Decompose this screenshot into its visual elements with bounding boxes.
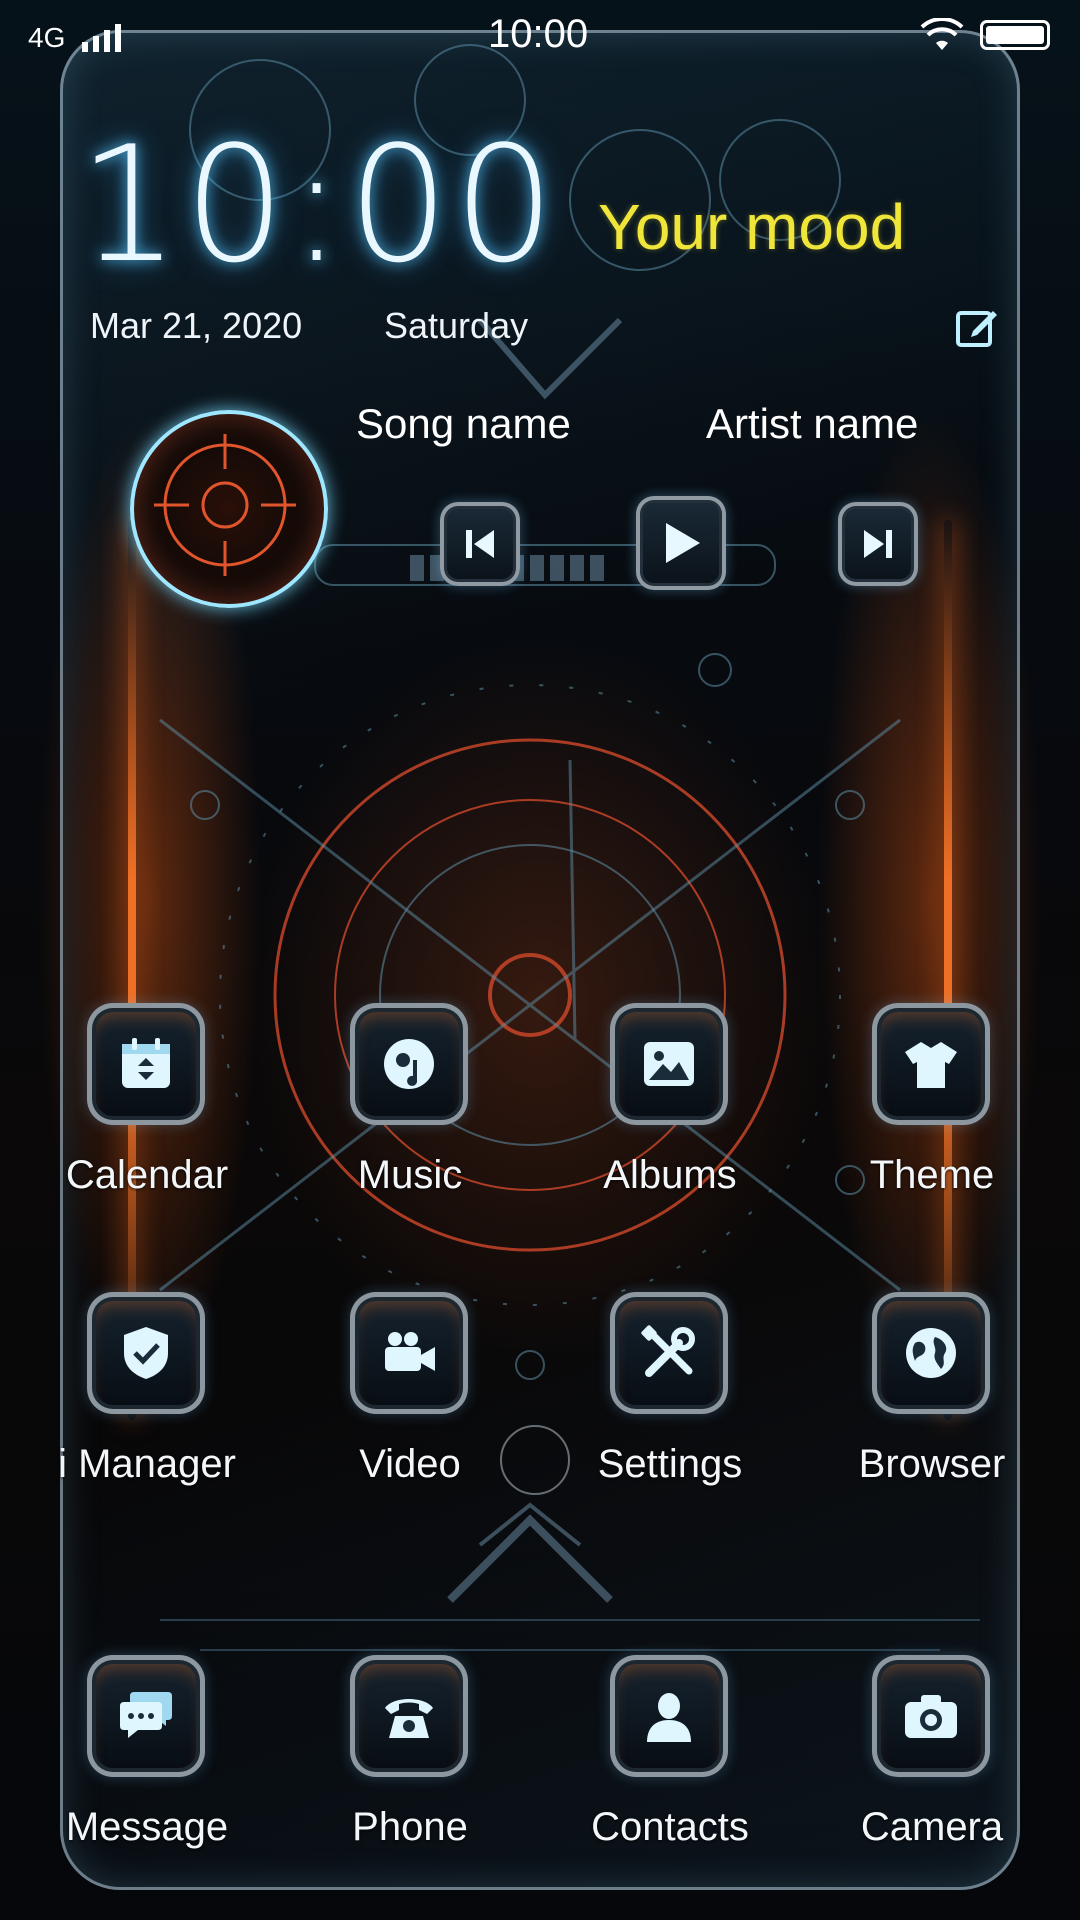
- app-label: Camera: [860, 1805, 1004, 1849]
- app-calendar[interactable]: Calendar: [37, 1003, 257, 1253]
- edit-icon[interactable]: [955, 305, 999, 349]
- app-label: Theme: [869, 1153, 995, 1197]
- app-i-manager-tile[interactable]: [87, 1292, 205, 1414]
- wifi-icon: [920, 18, 964, 50]
- app-settings[interactable]: Settings: [560, 1292, 780, 1542]
- app-phone-tile[interactable]: [350, 1655, 468, 1777]
- signal-strength-icon: [82, 24, 121, 52]
- target-reticle-icon: [154, 434, 296, 576]
- next-track-button[interactable]: [838, 502, 918, 586]
- skip-back-icon: [466, 530, 494, 558]
- camera-icon: [905, 1695, 957, 1738]
- app-label: Phone: [352, 1805, 468, 1849]
- date-text: Mar 21, 2020: [90, 305, 303, 346]
- app-contacts-tile[interactable]: [610, 1655, 728, 1777]
- app-phone[interactable]: Phone: [300, 1655, 520, 1905]
- play-icon: [666, 523, 700, 563]
- app-label: Contacts: [591, 1805, 749, 1849]
- album-art-disc[interactable]: [130, 410, 328, 608]
- app-label: Settings: [597, 1442, 743, 1486]
- song-name: Song name: [356, 400, 571, 447]
- status-bar: 4G 10:00: [0, 0, 1080, 70]
- app-label: i Manager: [58, 1442, 236, 1486]
- clock-widget[interactable]: 10:00: [78, 125, 559, 285]
- tools-icon: [641, 1325, 695, 1377]
- app-label: Browser: [858, 1442, 1006, 1486]
- app-browser[interactable]: Browser: [822, 1292, 1042, 1542]
- video-camera-icon: [385, 1332, 435, 1371]
- phone-handset-icon: [385, 1699, 433, 1738]
- app-video-tile[interactable]: [350, 1292, 468, 1414]
- app-camera-tile[interactable]: [872, 1655, 990, 1777]
- app-settings-tile[interactable]: [610, 1292, 728, 1414]
- app-label: Video: [359, 1442, 461, 1486]
- weekday-text: Saturday: [384, 305, 529, 346]
- music-disc-icon: [384, 1039, 434, 1089]
- app-video[interactable]: Video: [300, 1292, 520, 1542]
- shield-check-icon: [124, 1327, 168, 1379]
- app-calendar-tile[interactable]: [87, 1003, 205, 1125]
- left-edge-glow: [128, 520, 136, 1420]
- app-label: Albums: [603, 1153, 737, 1197]
- globe-icon: [906, 1328, 956, 1378]
- app-message[interactable]: Message: [37, 1655, 257, 1905]
- app-label: Music: [357, 1153, 463, 1197]
- calendar-icon: [122, 1038, 170, 1088]
- network-type: 4G: [28, 22, 66, 53]
- artist-name: Artist name: [706, 400, 919, 447]
- previous-track-button[interactable]: [440, 502, 520, 586]
- app-i-manager[interactable]: i Manager: [37, 1292, 257, 1542]
- app-music-tile[interactable]: [350, 1003, 468, 1125]
- tshirt-icon: [905, 1042, 957, 1088]
- app-browser-tile[interactable]: [872, 1292, 990, 1414]
- app-music[interactable]: Music: [300, 1003, 520, 1253]
- status-time: 10:00: [488, 12, 589, 56]
- chat-bubble-icon: [120, 1692, 172, 1738]
- app-label: Message: [65, 1805, 229, 1849]
- app-label: Calendar: [65, 1153, 229, 1197]
- image-icon: [644, 1042, 694, 1086]
- right-edge-glow: [944, 520, 952, 1420]
- home-screen: 4G 10:00 10:00 Your mood Mar 21, 2020 Sa…: [0, 0, 1080, 1920]
- app-albums-tile[interactable]: [610, 1003, 728, 1125]
- app-message-tile[interactable]: [87, 1655, 205, 1777]
- play-button[interactable]: [636, 496, 726, 590]
- app-theme-tile[interactable]: [872, 1003, 990, 1125]
- skip-forward-icon: [864, 530, 892, 558]
- mood-text[interactable]: Your mood: [598, 190, 905, 264]
- app-theme[interactable]: Theme: [822, 1003, 1042, 1253]
- app-camera[interactable]: Camera: [822, 1655, 1042, 1905]
- app-contacts[interactable]: Contacts: [560, 1655, 780, 1905]
- person-icon: [647, 1693, 691, 1742]
- battery-icon: [980, 20, 1050, 50]
- app-albums[interactable]: Albums: [560, 1003, 780, 1253]
